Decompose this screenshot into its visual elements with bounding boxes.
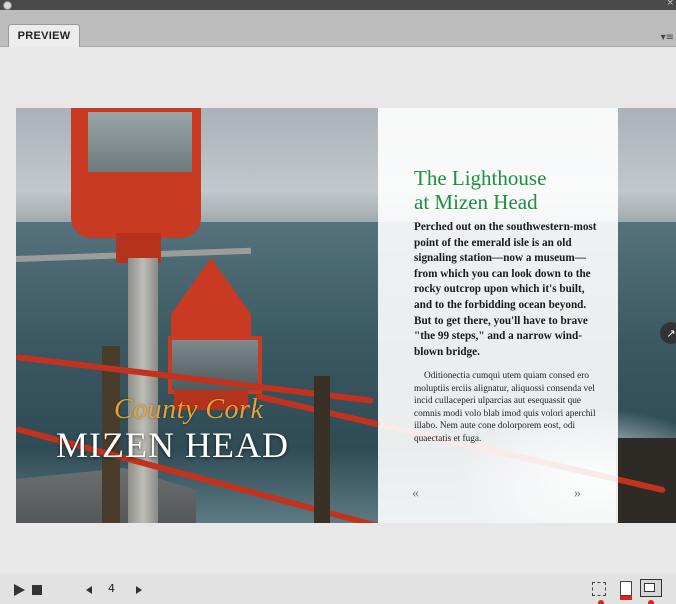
- main-title: MIZEN HEAD: [56, 425, 289, 465]
- panel-menu-icon[interactable]: ▾≡: [661, 32, 674, 43]
- spread-inner: [644, 583, 655, 592]
- script-title: County Cork: [114, 394, 264, 425]
- prev-page-button[interactable]: «: [412, 486, 419, 502]
- collapse-icon[interactable]: ×: [666, 0, 674, 8]
- close-icon[interactable]: [3, 1, 12, 10]
- tab-preview[interactable]: PREVIEW: [8, 24, 80, 47]
- lighthouse-top-glass: [84, 108, 196, 176]
- preview-spread-icon[interactable]: [640, 579, 662, 597]
- article-headline: The Lighthouse at Mizen Head: [414, 166, 614, 214]
- preview-controls: 4: [0, 574, 676, 604]
- page-number: 4: [108, 582, 115, 595]
- next-page-icon[interactable]: [136, 586, 142, 594]
- indicator-dot-2: [648, 600, 654, 604]
- headline-line-2: at Mizen Head: [414, 190, 538, 214]
- wooden-post-center: [314, 376, 330, 523]
- fit-selection-icon[interactable]: [592, 582, 606, 596]
- play-icon[interactable]: [14, 584, 25, 596]
- preview-canvas: County Cork MIZEN HEAD The Lighthouse at…: [16, 108, 676, 523]
- headline-line-1: The Lighthouse: [414, 166, 547, 190]
- stop-icon[interactable]: [32, 585, 42, 595]
- expand-arrow-icon[interactable]: ↗: [660, 322, 676, 344]
- preview-page-icon[interactable]: [620, 581, 632, 600]
- window-titlebar: ×: [0, 0, 676, 10]
- indicator-dot: [598, 600, 604, 604]
- lighthouse-pole: [128, 258, 158, 523]
- next-page-button[interactable]: »: [574, 486, 581, 502]
- article-text-panel: The Lighthouse at Mizen Head Perched out…: [378, 108, 618, 523]
- previous-page-icon[interactable]: [86, 586, 92, 594]
- article-lead: Perched out on the southwestern-most poi…: [414, 221, 597, 358]
- panel-tabbar: PREVIEW ▾≡: [0, 10, 676, 47]
- active-indicator: [620, 596, 632, 600]
- article-body: Oditionectia cumqui utem quiam consed er…: [414, 371, 596, 444]
